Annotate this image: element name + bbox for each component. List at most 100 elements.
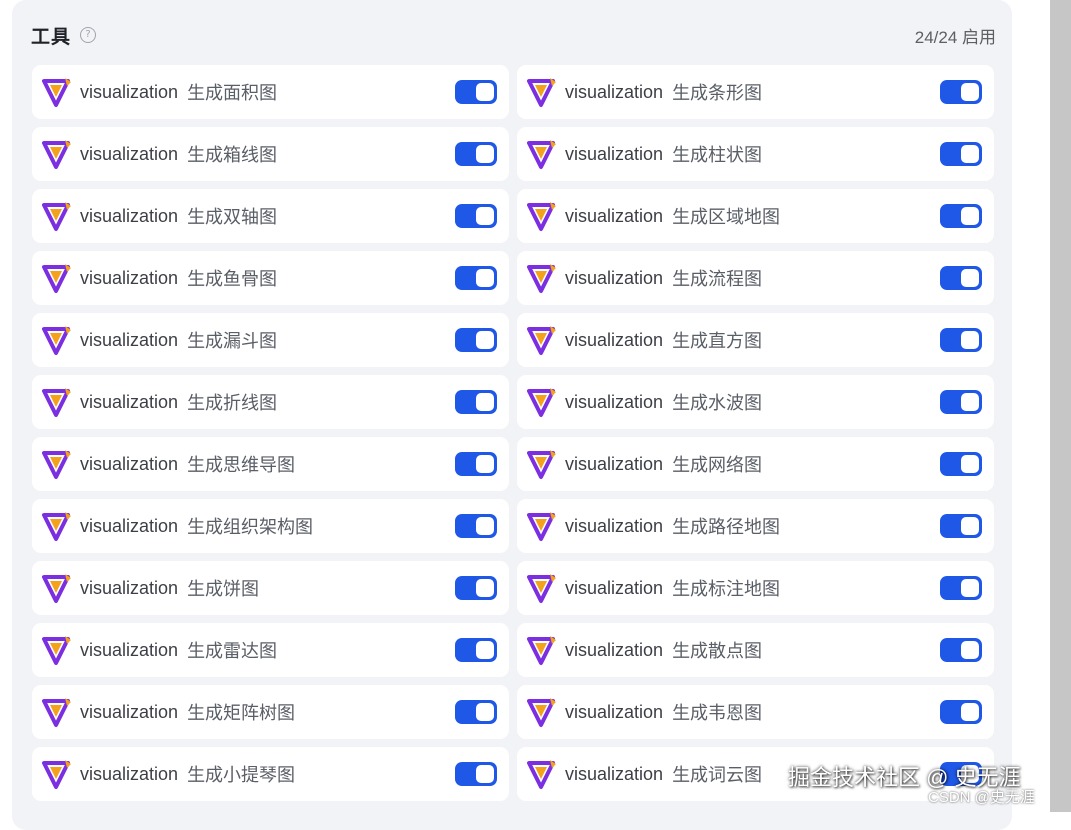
tool-card: visualization 生成双轴图: [32, 189, 509, 243]
tool-enable-toggle[interactable]: [455, 328, 497, 352]
tool-description: 生成网络图: [672, 455, 763, 475]
tool-card: visualization 生成雷达图: [32, 623, 509, 677]
tool-description: 生成区域地图: [672, 207, 781, 227]
visualization-logo-icon: [527, 202, 556, 231]
tool-enable-toggle[interactable]: [940, 514, 982, 538]
toggle-knob: [476, 269, 494, 287]
tool-description: 生成路径地图: [672, 517, 781, 537]
tool-description: 生成雷达图: [187, 641, 278, 661]
visualization-logo-icon: [42, 326, 71, 355]
scrollbar-track: [1032, 0, 1050, 812]
tool-name: visualization: [80, 205, 179, 226]
tool-enable-toggle[interactable]: [455, 762, 497, 786]
toggle-knob: [961, 207, 979, 225]
toggle-knob: [961, 331, 979, 349]
enabled-count: 24/24 启用: [914, 27, 996, 47]
tool-card: visualization 生成区域地图: [517, 189, 994, 243]
toggle-knob: [961, 393, 979, 411]
tool-enable-toggle[interactable]: [940, 452, 982, 476]
tool-name: visualization: [565, 205, 664, 226]
tool-enable-toggle[interactable]: [940, 266, 982, 290]
tool-enable-toggle[interactable]: [940, 576, 982, 600]
toggle-knob: [476, 393, 494, 411]
tool-enable-toggle[interactable]: [455, 266, 497, 290]
visualization-logo-icon: [42, 388, 71, 417]
visualization-logo-icon: [42, 140, 71, 169]
toggle-knob: [476, 455, 494, 473]
visualization-logo-icon: [527, 450, 556, 479]
toggle-knob: [961, 455, 979, 473]
visualization-logo-icon: [42, 78, 71, 107]
tool-grid: visualization 生成面积图 visualization 生成条形图 visu…: [32, 65, 994, 801]
tool-card: visualization 生成组织架构图: [32, 499, 509, 553]
toggle-knob: [961, 703, 979, 721]
tool-enable-toggle[interactable]: [940, 142, 982, 166]
tool-card: visualization 生成路径地图: [517, 499, 994, 553]
scrollbar-thumb[interactable]: [1050, 0, 1071, 812]
tool-card: visualization 生成鱼骨图: [32, 251, 509, 305]
toggle-knob: [476, 145, 494, 163]
tool-card: visualization 生成饼图: [32, 561, 509, 615]
visualization-logo-icon: [527, 140, 556, 169]
tool-enable-toggle[interactable]: [455, 390, 497, 414]
tool-enable-toggle[interactable]: [455, 80, 497, 104]
toggle-knob: [961, 269, 979, 287]
help-icon[interactable]: ?: [80, 27, 97, 43]
tool-description: 生成箱线图: [187, 145, 278, 165]
tool-description: 生成思维导图: [187, 455, 296, 475]
tool-name: visualization: [565, 391, 664, 412]
tool-name: visualization: [565, 81, 664, 102]
tool-description: 生成水波图: [672, 393, 763, 413]
tool-enable-toggle[interactable]: [455, 576, 497, 600]
toggle-knob: [961, 579, 979, 597]
tool-enable-toggle[interactable]: [940, 328, 982, 352]
tool-enable-toggle[interactable]: [455, 452, 497, 476]
tool-enable-toggle[interactable]: [940, 638, 982, 662]
header-left: 工具 ?: [31, 22, 97, 49]
tool-description: 生成矩阵树图: [187, 703, 296, 723]
tool-description: 生成柱状图: [672, 145, 763, 165]
tool-name: visualization: [80, 701, 179, 722]
toggle-knob: [476, 331, 494, 349]
tool-enable-toggle[interactable]: [455, 638, 497, 662]
tool-enable-toggle[interactable]: [455, 700, 497, 724]
section-title: 工具: [31, 26, 72, 48]
toggle-knob: [476, 579, 494, 597]
tool-enable-toggle[interactable]: [940, 80, 982, 104]
tool-card: visualization 生成面积图: [32, 65, 509, 119]
tool-description: 生成双轴图: [187, 207, 278, 227]
tool-description: 生成韦恩图: [672, 703, 763, 723]
tool-card: visualization 生成思维导图: [32, 437, 509, 491]
visualization-logo-icon: [527, 760, 556, 789]
tool-enable-toggle[interactable]: [455, 204, 497, 228]
toggle-knob: [476, 83, 494, 101]
tool-name: visualization: [80, 81, 179, 102]
toggle-knob: [961, 517, 979, 535]
tool-card: visualization 生成矩阵树图: [32, 685, 509, 739]
tool-name: visualization: [565, 515, 664, 536]
tool-description: 生成标注地图: [672, 579, 781, 599]
visualization-logo-icon: [527, 512, 556, 541]
toggle-knob: [476, 517, 494, 535]
tool-card: visualization 生成标注地图: [517, 561, 994, 615]
tool-name: visualization: [565, 267, 664, 288]
tool-enable-toggle[interactable]: [940, 390, 982, 414]
toggle-knob: [476, 641, 494, 659]
visualization-logo-icon: [527, 78, 556, 107]
visualization-logo-icon: [42, 450, 71, 479]
toggle-knob: [961, 145, 979, 163]
visualization-logo-icon: [42, 698, 71, 727]
tool-enable-toggle[interactable]: [940, 700, 982, 724]
visualization-logo-icon: [42, 574, 71, 603]
visualization-logo-icon: [42, 636, 71, 665]
visualization-logo-icon: [527, 574, 556, 603]
tool-enable-toggle[interactable]: [455, 142, 497, 166]
visualization-logo-icon: [42, 512, 71, 541]
tool-description: 生成散点图: [672, 641, 763, 661]
tool-description: 生成饼图: [187, 579, 260, 599]
tool-enable-toggle[interactable]: [455, 514, 497, 538]
tool-enable-toggle[interactable]: [940, 204, 982, 228]
tool-name: visualization: [80, 577, 179, 598]
tool-name: visualization: [565, 639, 664, 660]
tool-name: visualization: [80, 639, 179, 660]
